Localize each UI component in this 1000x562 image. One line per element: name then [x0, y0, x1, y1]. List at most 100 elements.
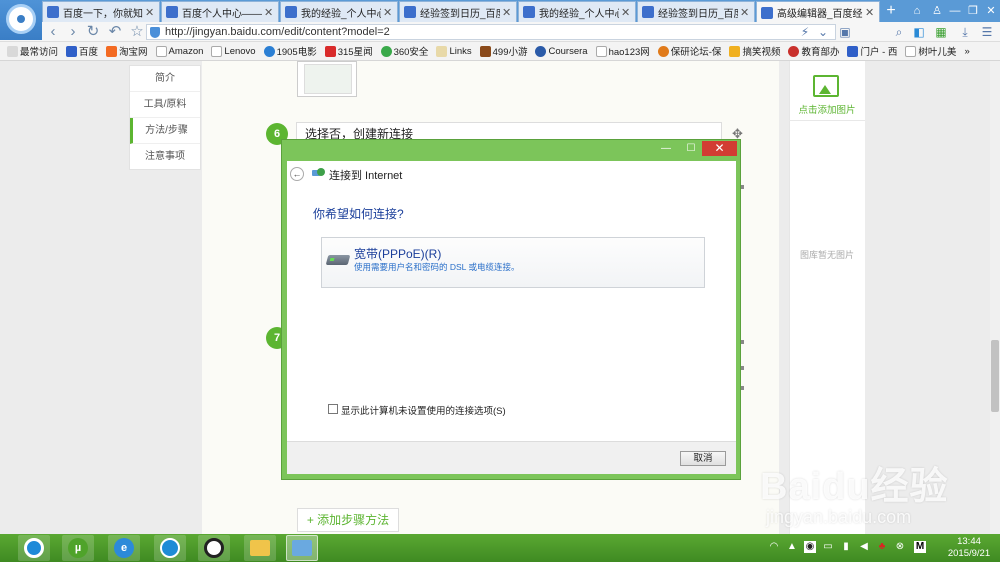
bookmark-item[interactable]: 315星闻	[322, 44, 376, 58]
forward-icon[interactable]: ›	[64, 23, 82, 41]
bookmark-item[interactable]: Coursera	[532, 45, 590, 57]
close-tab-icon[interactable]: ✕	[621, 6, 631, 19]
checkbox-label[interactable]: 显示此计算机未设置使用的连接选项(S)	[341, 403, 506, 417]
bookmarks-overflow-icon[interactable]: »	[961, 46, 972, 57]
close-tab-icon[interactable]: ✕	[865, 6, 875, 19]
minimize-window-button[interactable]: —	[946, 2, 964, 20]
qq-player-icon[interactable]	[18, 535, 50, 561]
option-label: 宽带(PPPoE)(R)	[354, 247, 442, 261]
close-tab-icon[interactable]: ✕	[740, 6, 750, 19]
baidu-favicon-icon	[166, 6, 178, 18]
empty-library-text: 图库暂无图片	[799, 250, 854, 260]
download-icon[interactable]: ⤓	[958, 23, 972, 41]
close-tab-icon[interactable]: ✕	[502, 6, 512, 19]
search-icon[interactable]: ⌕	[892, 23, 906, 41]
baidu-favicon-icon	[404, 6, 416, 18]
shirt-icon[interactable]: ♙	[928, 2, 946, 20]
bookmark-item[interactable]: 树叶儿美	[902, 44, 959, 58]
dialog-minimize-button[interactable]: —	[655, 141, 677, 156]
bookmark-item[interactable]: Amazon	[153, 45, 207, 57]
close-tab-icon[interactable]: ✕	[145, 6, 155, 19]
sogou-browser-icon[interactable]	[154, 535, 186, 561]
360-icon	[380, 45, 392, 57]
add-step-button[interactable]: + 添加步骤方法	[297, 508, 399, 532]
back-icon[interactable]: ‹	[44, 23, 62, 41]
bookmark-item[interactable]: 百度	[63, 44, 101, 58]
bookmark-item[interactable]: 淘宝网	[103, 44, 151, 58]
tray-overflow-icon[interactable]: ▲	[786, 541, 798, 553]
bookmark-item[interactable]: 门户 - 西	[844, 44, 900, 58]
add-image-button[interactable]: 点击添加图片	[789, 61, 865, 121]
folder-icon	[436, 45, 448, 57]
folder-icon	[7, 45, 18, 57]
ie-icon[interactable]: e	[108, 535, 140, 561]
show-options-checkbox[interactable]	[328, 404, 338, 414]
nav-item-notes[interactable]: 注意事项	[130, 144, 200, 170]
restore-window-button[interactable]: ❐	[964, 2, 982, 20]
video-icon	[729, 45, 741, 57]
network-settings-icon[interactable]	[286, 535, 318, 561]
page-icon	[155, 45, 167, 57]
search-engine-icon[interactable]: ▣	[838, 23, 852, 41]
sidebar-icon[interactable]: ◧	[912, 23, 926, 41]
dialog-close-button[interactable]: ✕	[702, 141, 737, 156]
tab[interactable]: 我的经验_个人中心 ✕	[280, 1, 398, 22]
url-input[interactable]: http://jingyan.baidu.com/edit/content?mo…	[146, 24, 836, 40]
file-explorer-icon[interactable]	[244, 535, 276, 561]
panda-app-icon[interactable]	[198, 535, 230, 561]
new-tab-button[interactable]: +	[882, 2, 900, 20]
extension-icon[interactable]: ▦	[934, 23, 948, 41]
tab[interactable]: 我的经验_个人中心 ✕	[518, 1, 636, 22]
option-description: 使用需要用户名和密码的 DSL 或电缆连接。	[354, 262, 520, 272]
step-image-thumbnail[interactable]	[297, 61, 357, 97]
notification-icon[interactable]: ▭	[822, 541, 834, 553]
bookmark-item[interactable]: Lenovo	[208, 45, 258, 57]
modem-icon	[325, 255, 351, 265]
wifi-icon[interactable]: ◠	[768, 541, 780, 553]
bookmarks-bar: 最常访问 百度 淘宝网 Amazon Lenovo 1905电影 315星闻 3…	[0, 42, 1000, 61]
tray-app-icon[interactable]: ◉	[804, 541, 816, 553]
nav-item-tools[interactable]: 工具/原料	[130, 92, 200, 118]
tab[interactable]: 百度个人中心——签✕	[161, 1, 279, 22]
bookmark-item[interactable]: Links	[433, 45, 474, 57]
qq-tray-icon[interactable]: ♣	[876, 541, 888, 553]
refresh-icon[interactable]: ↻	[84, 23, 102, 41]
browser-logo-icon[interactable]	[0, 0, 42, 40]
bookmark-item[interactable]: hao123网	[593, 44, 653, 58]
power-icon[interactable]: ▮	[840, 541, 852, 553]
baidu-watermark: Baidu经验 jingyan.baidu.com	[760, 466, 949, 527]
tab-active[interactable]: 高级编辑器_百度经 ✕	[756, 1, 880, 23]
close-tab-icon[interactable]: ✕	[383, 6, 393, 19]
system-clock[interactable]: 13:44 2015/9/21	[940, 536, 998, 560]
utorrent-icon[interactable]: µ	[62, 535, 94, 561]
tab[interactable]: 经验签到日历_百度 ✕	[399, 1, 517, 22]
tab[interactable]: 经验签到日历_百度 ✕	[637, 1, 755, 22]
volume-icon[interactable]: ◀	[858, 541, 870, 553]
menu-icon[interactable]: ☰	[980, 23, 994, 41]
dialog-maximize-button[interactable]: ☐	[680, 141, 702, 156]
cancel-button[interactable]: 取消	[680, 451, 726, 466]
bookmark-item[interactable]: 最常访问	[4, 44, 61, 58]
favorite-star-icon[interactable]: ☆	[128, 23, 146, 41]
bookmark-item[interactable]: 360安全	[378, 44, 432, 58]
dropdown-chevron-icon[interactable]: ⌄	[816, 23, 830, 41]
bookmark-item[interactable]: 搞笑视频	[726, 44, 783, 58]
network-tray-icon[interactable]: ⊗	[894, 541, 906, 553]
close-window-button[interactable]: ✕	[982, 2, 1000, 20]
page-icon	[905, 45, 917, 57]
close-tab-icon[interactable]: ✕	[264, 6, 274, 19]
undo-icon[interactable]: ↶	[106, 23, 124, 41]
bookmark-item[interactable]: 教育部办	[785, 44, 842, 58]
skin-icon[interactable]: ⌂	[908, 2, 926, 20]
nav-item-steps[interactable]: 方法/步骤	[130, 118, 200, 144]
back-arrow-icon[interactable]: ←	[290, 167, 304, 181]
scrollbar-thumb[interactable]	[991, 340, 999, 412]
bookmark-item[interactable]: 1905电影	[261, 44, 320, 58]
bookmark-item[interactable]: 499小游	[477, 44, 531, 58]
nav-item-intro[interactable]: 简介	[130, 66, 200, 92]
input-method-icon[interactable]: M	[914, 541, 926, 553]
bookmark-item[interactable]: 保研论坛-保	[655, 44, 725, 58]
lightning-icon[interactable]: ⚡	[798, 23, 812, 41]
scrollbar[interactable]	[990, 61, 1000, 534]
tab[interactable]: 百度一下，你就知道✕	[42, 1, 160, 22]
